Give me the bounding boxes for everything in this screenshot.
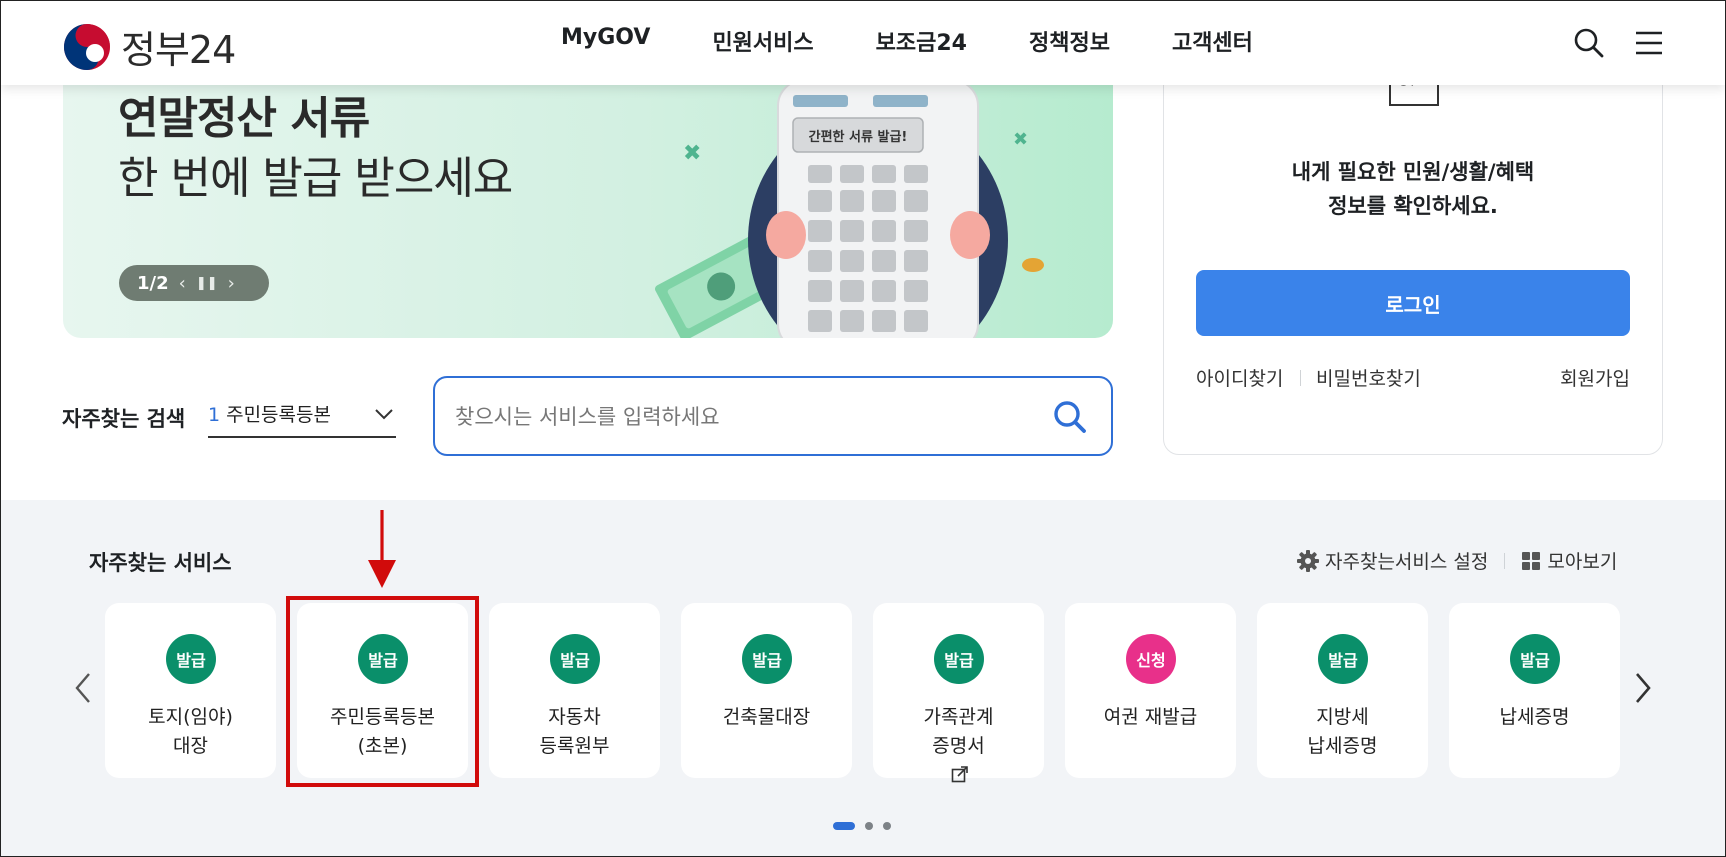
- red-highlight-box: [286, 596, 479, 787]
- chevron-down-icon: [375, 409, 393, 420]
- find-id-link[interactable]: 아이디찾기: [1196, 364, 1283, 391]
- frequent-search-selected: 주민등록등본: [226, 404, 331, 426]
- carousel-prev-arrow-icon[interactable]: [71, 670, 95, 706]
- search-icon[interactable]: [1573, 27, 1605, 59]
- service-card-land-register[interactable]: 발급 토지(임야) 대장: [105, 603, 276, 778]
- hamburger-menu-icon[interactable]: [1633, 27, 1665, 59]
- nav-mygov[interactable]: MyGOV: [561, 25, 650, 57]
- view-all-link[interactable]: 모아보기: [1521, 547, 1617, 574]
- service-card-vehicle-register[interactable]: 발급 자동차 등록원부: [489, 603, 660, 778]
- red-annotation-arrow-icon: [368, 510, 396, 588]
- service-card-label: 가족관계 증명서: [873, 703, 1044, 790]
- external-link-icon: [951, 766, 968, 783]
- site-header: 정부24 MyGOV 민원서비스 보조금24 정책정보 고객센터: [1, 1, 1725, 85]
- service-card-label: 지방세 납세증명: [1307, 706, 1378, 757]
- service-card-label: 납세증명: [1499, 706, 1570, 728]
- banner-title: 연말정산 서류: [118, 93, 370, 144]
- account-links: 아이디찾기 비밀번호찾기 회원가입: [1196, 364, 1630, 394]
- login-prompt-message: 내게 필요한 민원/생활/혜택 정보를 확인하세요.: [1291, 160, 1535, 218]
- nav-civil-service[interactable]: 민원서비스: [712, 25, 813, 57]
- chevron-right-icon[interactable]: ›: [228, 273, 235, 294]
- issue-badge: 발급: [1510, 634, 1560, 684]
- find-password-link[interactable]: 비밀번호찾기: [1316, 364, 1421, 391]
- pause-icon[interactable]: ❚❚: [196, 276, 218, 291]
- logo-text: 정부24: [121, 28, 236, 72]
- tools-divider: [1504, 552, 1506, 569]
- signup-link[interactable]: 회원가입: [1560, 364, 1630, 391]
- carousel-pagination: [833, 822, 891, 830]
- login-button[interactable]: 로그인: [1196, 270, 1630, 336]
- banner-carousel-controls: 1/2 ‹ ❚❚ ›: [119, 265, 269, 301]
- chevron-left-icon[interactable]: ‹: [179, 273, 186, 294]
- apply-badge: 신청: [1126, 634, 1176, 684]
- banner-subtitle: 한 번에 발급 받으세요: [118, 153, 513, 204]
- pagination-dot[interactable]: [865, 822, 873, 830]
- frequent-search-rank: 1: [208, 404, 221, 426]
- svg-text:✖: ✖: [683, 141, 701, 166]
- issue-badge: 발급: [742, 634, 792, 684]
- issue-badge: 발급: [166, 634, 216, 684]
- service-card-label: 여권 재발급: [1103, 706, 1198, 728]
- issue-badge: 발급: [1318, 634, 1368, 684]
- frequent-search-label: 자주찾는 검색: [62, 407, 186, 431]
- main-nav: MyGOV 민원서비스 보조금24 정책정보 고객센터: [561, 25, 1253, 57]
- service-search-input[interactable]: [455, 398, 1015, 436]
- issue-badge: 발급: [934, 634, 984, 684]
- nav-policy-info[interactable]: 정책정보: [1029, 25, 1110, 57]
- nav-customer-center[interactable]: 고객센터: [1172, 25, 1253, 57]
- service-card-tax-payment-certificate[interactable]: 발급 납세증명: [1449, 603, 1620, 778]
- service-card-building-register[interactable]: 발급 건축물대장: [681, 603, 852, 778]
- service-card-local-tax-certificate[interactable]: 발급 지방세 납세증명: [1257, 603, 1428, 778]
- calculator-screen-text: 간편한 서류 발급!: [809, 129, 908, 145]
- service-card-label: 자동차 등록원부: [539, 706, 610, 757]
- site-logo[interactable]: 정부24: [63, 19, 236, 74]
- frequent-services-section: 자주찾는 서비스 자주찾는서비스 설정 모아보기 발급 토지(임야) 대장 발급…: [1, 500, 1725, 856]
- taegeuk-logo-icon: [64, 23, 110, 70]
- link-divider: [1300, 370, 1301, 386]
- service-search-box: [433, 376, 1113, 456]
- service-card-family-relation[interactable]: 발급 가족관계 증명서: [873, 603, 1044, 783]
- service-card-label: 건축물대장: [722, 706, 811, 728]
- frequent-services-title: 자주찾는 서비스: [89, 551, 232, 575]
- grid-icon: [1522, 551, 1541, 570]
- gear-icon: [1297, 549, 1319, 572]
- pagination-dot[interactable]: [883, 822, 891, 830]
- frequent-services-tools: 자주찾는서비스 설정 모아보기: [1297, 547, 1617, 574]
- banner-page-indicator: 1/2: [137, 272, 169, 294]
- service-settings-link[interactable]: 자주찾는서비스 설정: [1297, 547, 1488, 574]
- carousel-next-arrow-icon[interactable]: [1631, 670, 1655, 706]
- search-submit-icon[interactable]: [1051, 398, 1089, 436]
- login-card: 정부24 내게 필요한 민원/생활/혜택 정보를 확인하세요. 로그인 아이디찾…: [1163, 40, 1663, 455]
- nav-subsidy24[interactable]: 보조금24: [876, 25, 967, 57]
- service-card-label: 토지(임야) 대장: [148, 706, 233, 757]
- pagination-dot-active[interactable]: [833, 822, 855, 830]
- frequent-search-dropdown[interactable]: 1 주민등록등본: [208, 400, 396, 438]
- svg-text:✖: ✖: [1013, 129, 1028, 150]
- service-card-passport-reissue[interactable]: 신청 여권 재발급: [1065, 603, 1236, 778]
- issue-badge: 발급: [550, 634, 600, 684]
